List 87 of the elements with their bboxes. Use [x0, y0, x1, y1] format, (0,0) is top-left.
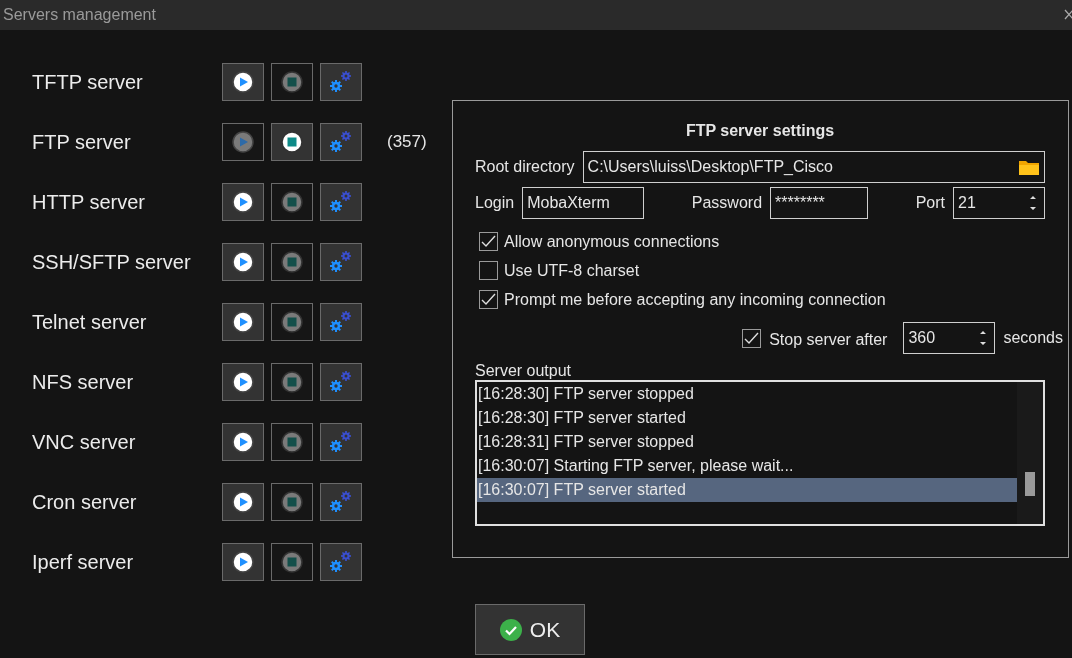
server-name: Iperf server	[32, 550, 135, 575]
settings-button[interactable]	[320, 183, 362, 221]
close-icon[interactable]	[1064, 9, 1072, 21]
play-icon	[232, 371, 254, 393]
start-button[interactable]	[222, 363, 264, 401]
log-line[interactable]: [16:28:31] FTP server stopped	[477, 430, 1017, 454]
server-name: NFS server	[32, 370, 135, 395]
server-name: Telnet server	[32, 310, 148, 335]
directory-field[interactable]: C:\Users\luiss\Desktop\FTP_Cisco	[582, 151, 1045, 183]
output-label: Server output	[475, 362, 573, 380]
stop-icon	[281, 491, 303, 513]
scroll-thumb[interactable]	[1025, 472, 1035, 496]
field-label: Root directory	[475, 157, 575, 177]
gears-icon	[329, 70, 353, 94]
stop-icon	[281, 371, 303, 393]
login-field[interactable]: MobaXterm	[522, 187, 645, 219]
settings-button[interactable]	[320, 303, 362, 341]
scrollbar[interactable]	[1017, 382, 1043, 524]
check-icon	[499, 618, 522, 641]
server-name: TFTP server	[32, 70, 144, 95]
play-icon	[232, 431, 254, 453]
start-button[interactable]	[222, 423, 264, 461]
checkbox[interactable]	[479, 261, 498, 280]
panel-title: FTP server settings	[684, 121, 836, 141]
start-button[interactable]	[222, 483, 264, 521]
folder-icon[interactable]	[1018, 158, 1040, 176]
field-label: Port	[915, 193, 945, 213]
option-label: Prompt me before accepting any incoming connection	[504, 289, 886, 310]
settings-button[interactable]	[320, 423, 362, 461]
server-name: HTTP server	[32, 190, 146, 215]
port-field[interactable]: 21	[953, 187, 1045, 219]
server-name: FTP server	[32, 130, 132, 155]
gears-icon	[329, 310, 353, 334]
start-button[interactable]	[222, 183, 264, 221]
server-name: VNC server	[32, 430, 137, 455]
start-button[interactable]	[222, 63, 264, 101]
settings-button[interactable]	[320, 63, 362, 101]
start-button[interactable]	[222, 243, 264, 281]
password-field[interactable]: ********	[770, 187, 869, 219]
settings-button[interactable]	[320, 543, 362, 581]
log-line[interactable]: [16:28:30] FTP server started	[477, 406, 1017, 430]
settings-button[interactable]	[320, 243, 362, 281]
ok-button[interactable]: OK	[475, 604, 585, 655]
field-label: Login	[475, 193, 515, 213]
log-line[interactable]: [16:28:30] FTP server stopped	[477, 382, 1017, 406]
play-icon	[232, 551, 254, 573]
start-button[interactable]	[222, 543, 264, 581]
stop-icon	[281, 251, 303, 273]
settings-button[interactable]	[320, 363, 362, 401]
start-button[interactable]	[222, 123, 264, 161]
log-line[interactable]: [16:30:07] Starting FTP server, please wait...	[477, 454, 1017, 478]
gears-icon	[329, 130, 353, 154]
connection-count: (357)	[387, 131, 427, 154]
stop-button[interactable]	[271, 123, 313, 161]
gears-icon	[329, 370, 353, 394]
server-name: SSH/SFTP server	[32, 250, 192, 275]
window-title: Servers management	[3, 5, 156, 25]
settings-button[interactable]	[320, 123, 362, 161]
gears-icon	[329, 550, 353, 574]
server-name: Cron server	[32, 490, 138, 515]
play-icon	[232, 491, 254, 513]
stop-icon	[281, 191, 303, 213]
option-label: Allow anonymous connections	[504, 231, 720, 252]
gears-icon	[329, 490, 353, 514]
option-label: Stop server after	[769, 330, 888, 350]
play-icon	[232, 251, 254, 273]
stop-icon	[281, 71, 303, 93]
timeout-field[interactable]: 360	[903, 322, 996, 354]
play-icon	[232, 311, 254, 333]
stop-icon	[281, 431, 303, 453]
gears-icon	[329, 430, 353, 454]
play-icon	[232, 191, 254, 213]
checkbox[interactable]	[479, 290, 498, 309]
stop-icon	[281, 311, 303, 333]
settings-button[interactable]	[320, 483, 362, 521]
field-label: Password	[691, 193, 763, 213]
gears-icon	[329, 190, 353, 214]
checkbox[interactable]	[742, 328, 762, 348]
start-button[interactable]	[222, 303, 264, 341]
play-icon	[232, 71, 254, 93]
stop-icon	[281, 131, 303, 153]
play-icon	[232, 131, 254, 153]
gears-icon	[329, 250, 353, 274]
unit-label: seconds	[1003, 328, 1063, 348]
option-label: Use UTF-8 charset	[504, 260, 640, 281]
stop-icon	[281, 551, 303, 573]
checkbox[interactable]	[479, 232, 498, 251]
